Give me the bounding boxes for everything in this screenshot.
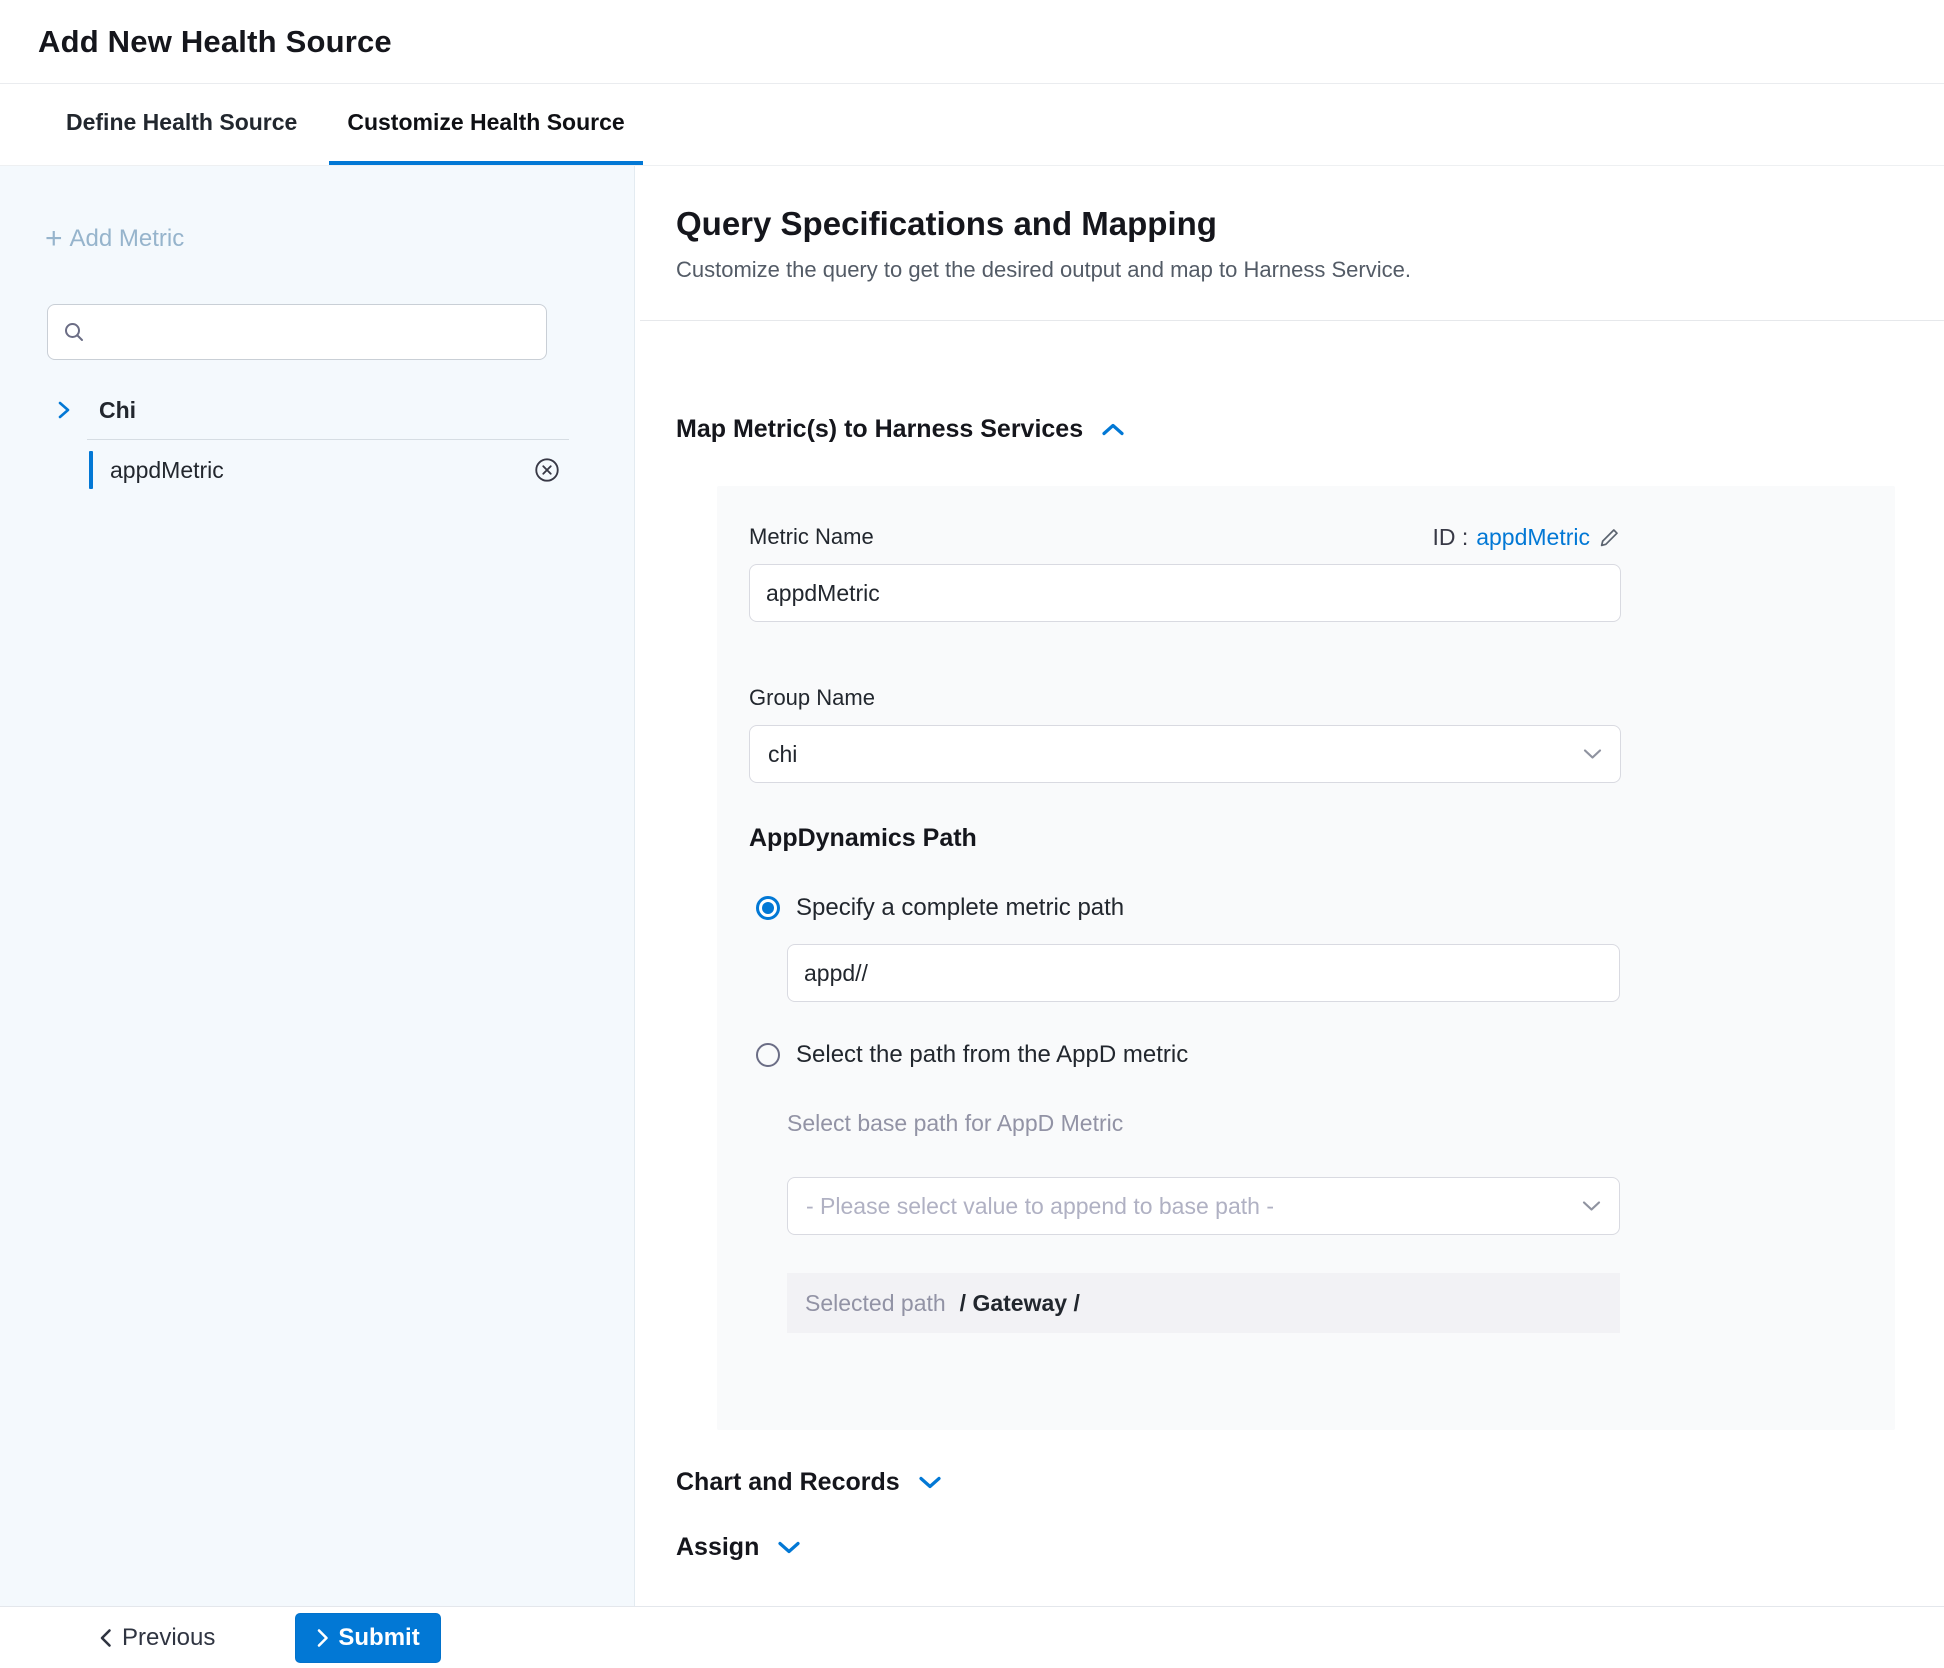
map-metrics-section-header[interactable]: Map Metric(s) to Harness Services bbox=[676, 415, 1896, 444]
chevron-down-icon bbox=[1582, 1200, 1601, 1212]
tab-define-health-source[interactable]: Define Health Source bbox=[48, 84, 315, 165]
radio-complete-metric-path[interactable]: Specify a complete metric path bbox=[749, 894, 1895, 922]
metric-group-chi[interactable]: Chi bbox=[0, 393, 634, 427]
radio-checked-icon[interactable] bbox=[756, 896, 780, 920]
collapse-chevron-up-icon[interactable] bbox=[1101, 422, 1125, 437]
remove-metric-icon[interactable] bbox=[533, 456, 561, 484]
chevron-right-icon bbox=[316, 1628, 329, 1648]
submit-button[interactable]: Submit bbox=[295, 1613, 440, 1663]
previous-button[interactable]: Previous bbox=[99, 1624, 215, 1652]
dialog-body: + Add Metric Chi bbox=[0, 166, 1944, 1606]
selected-indicator-bar bbox=[89, 451, 93, 489]
metrics-sidebar: + Add Metric Chi bbox=[0, 166, 635, 1606]
id-label: ID : bbox=[1432, 524, 1468, 551]
chevron-down-icon bbox=[1583, 748, 1602, 760]
metric-search-input[interactable] bbox=[96, 319, 532, 345]
edit-id-icon[interactable] bbox=[1598, 526, 1621, 549]
metric-item-label: appdMetric bbox=[110, 457, 224, 484]
base-path-select[interactable]: - Please select value to append to base … bbox=[787, 1177, 1620, 1235]
add-metric-label: Add Metric bbox=[70, 225, 185, 253]
metric-item-appdmetric[interactable]: appdMetric bbox=[0, 448, 634, 492]
base-path-label: Select base path for AppD Metric bbox=[749, 1110, 1895, 1137]
metric-search-box[interactable] bbox=[47, 304, 547, 360]
query-spec-panel: Query Specifications and Mapping Customi… bbox=[635, 166, 1944, 1606]
radio-select-label: Select the path from the AppD metric bbox=[796, 1041, 1188, 1069]
tab-bar: Define Health Source Customize Health So… bbox=[0, 84, 1944, 166]
base-path-placeholder: - Please select value to append to base … bbox=[806, 1193, 1274, 1220]
previous-label: Previous bbox=[122, 1624, 215, 1652]
selected-path-label: Selected path bbox=[805, 1290, 946, 1317]
radio-complete-label: Specify a complete metric path bbox=[796, 894, 1124, 922]
appdynamics-path-title: AppDynamics Path bbox=[749, 824, 1895, 854]
metric-id-row: ID : appdMetric bbox=[1432, 524, 1621, 551]
radio-unchecked-icon[interactable] bbox=[756, 1043, 780, 1067]
metric-mapping-panel: Metric Name ID : appdMetric Group Name bbox=[717, 486, 1895, 1430]
group-name-label: Group Name bbox=[749, 685, 875, 711]
metric-name-label: Metric Name bbox=[749, 524, 874, 550]
selected-path-display: Selected path / Gateway / bbox=[787, 1273, 1620, 1333]
metric-name-input[interactable] bbox=[749, 564, 1621, 622]
add-icon: + bbox=[45, 226, 63, 252]
chevron-left-icon bbox=[99, 1628, 112, 1648]
selected-path-value: / Gateway / bbox=[960, 1290, 1080, 1317]
section-title: Query Specifications and Mapping bbox=[676, 205, 1896, 243]
section-divider bbox=[640, 320, 1944, 321]
dialog-footer: Previous Submit bbox=[0, 1606, 1944, 1668]
complete-metric-path-input[interactable] bbox=[787, 944, 1620, 1002]
metric-group-label: Chi bbox=[99, 397, 136, 424]
id-value-link[interactable]: appdMetric bbox=[1476, 524, 1590, 551]
dialog-header: Add New Health Source bbox=[0, 0, 1944, 84]
page-title: Add New Health Source bbox=[38, 24, 392, 60]
radio-select-appd-path[interactable]: Select the path from the AppD metric bbox=[749, 1041, 1895, 1069]
chart-and-records-title: Chart and Records bbox=[676, 1468, 900, 1497]
expand-chevron-down-icon[interactable] bbox=[777, 1540, 801, 1555]
group-divider bbox=[87, 439, 569, 440]
add-health-source-dialog: Add New Health Source Define Health Sour… bbox=[0, 0, 1944, 1668]
tab-customize-health-source[interactable]: Customize Health Source bbox=[329, 84, 642, 165]
group-name-row: Group Name bbox=[749, 685, 1621, 711]
metric-name-row: Metric Name ID : appdMetric bbox=[749, 524, 1621, 550]
search-icon bbox=[62, 320, 86, 344]
section-subtitle: Customize the query to get the desired o… bbox=[676, 257, 1896, 283]
submit-label: Submit bbox=[338, 1624, 419, 1652]
group-name-select[interactable]: chi bbox=[749, 725, 1621, 783]
chart-and-records-section-header[interactable]: Chart and Records bbox=[676, 1468, 1896, 1497]
expand-chevron-down-icon[interactable] bbox=[918, 1475, 942, 1490]
map-metrics-section-title: Map Metric(s) to Harness Services bbox=[676, 415, 1083, 444]
assign-title: Assign bbox=[676, 1533, 759, 1562]
assign-section-header[interactable]: Assign bbox=[676, 1533, 1896, 1562]
add-metric-button[interactable]: + Add Metric bbox=[45, 222, 634, 256]
group-name-value: chi bbox=[768, 741, 797, 768]
chevron-right-icon bbox=[57, 399, 71, 421]
